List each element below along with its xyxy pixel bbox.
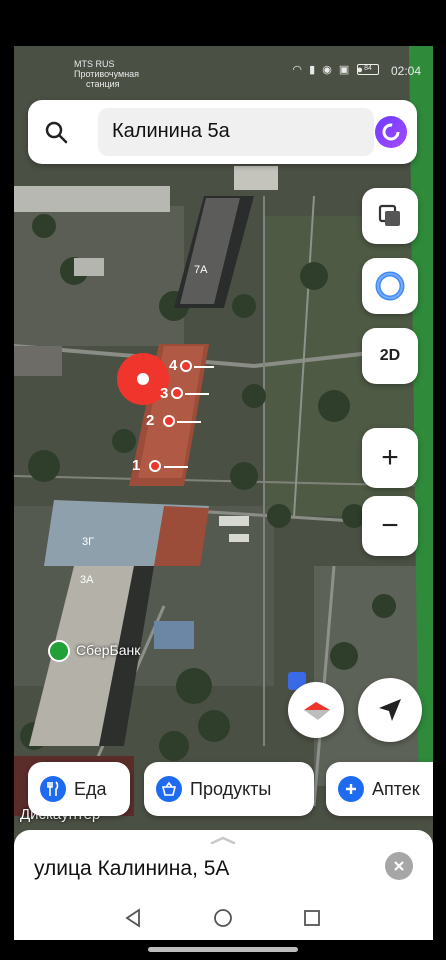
gesture-home-bar[interactable] xyxy=(148,947,298,952)
carrier-info: MTS RUS Противочумная станция xyxy=(74,59,140,89)
status-time: 02:04 xyxy=(390,64,421,78)
house-number-4: 4 xyxy=(169,357,178,374)
view-mode-button[interactable]: 2D xyxy=(362,328,418,384)
building-label-3a: 3А xyxy=(80,574,94,586)
navigation-arrow-icon xyxy=(379,699,401,721)
chip-pharmacy[interactable]: Аптек xyxy=(326,762,433,816)
search-icon[interactable] xyxy=(44,120,68,144)
back-icon[interactable] xyxy=(124,908,142,928)
layers-icon xyxy=(378,204,400,226)
layers-button[interactable] xyxy=(362,188,418,244)
locate-me-button[interactable] xyxy=(358,678,422,742)
chip-pharmacy-label: Аптек xyxy=(372,778,420,799)
signal-icon: ▮ xyxy=(309,64,318,76)
nfc-icon: ▣ xyxy=(338,64,352,76)
view-mode-label: 2D xyxy=(379,347,401,364)
search-query[interactable]: Калинина 5а xyxy=(112,120,230,143)
status-icons: ◠ ▮ ◉ ▣ ● xyxy=(292,63,365,76)
chip-groceries-label: Продукты xyxy=(190,778,272,799)
fork-knife-icon xyxy=(40,776,66,802)
status-bar: MTS RUS Противочумная станция ◠ ▮ ◉ ▣ ● … xyxy=(14,56,433,90)
house-number-1: 1 xyxy=(132,457,141,474)
home-icon[interactable] xyxy=(213,908,233,928)
alice-button[interactable] xyxy=(362,258,418,314)
basket-icon xyxy=(156,776,182,802)
chip-groceries[interactable]: Продукты xyxy=(144,762,314,816)
house-number-3: 3 xyxy=(160,385,169,402)
eye-icon: ◉ xyxy=(322,64,334,76)
wifi-icon: ◠ xyxy=(292,64,305,76)
close-sheet-button[interactable] xyxy=(385,852,413,880)
building-label-7a: 7А xyxy=(194,264,208,276)
building-label-3g: 3Г xyxy=(82,536,95,548)
recents-icon[interactable] xyxy=(303,909,321,927)
compass-icon xyxy=(304,702,330,720)
avito-watermark: Avito xyxy=(362,916,399,933)
alice-ring-icon xyxy=(375,271,405,301)
compass-button[interactable] xyxy=(288,682,344,738)
chip-food[interactable]: Еда xyxy=(28,762,130,816)
plus-icon xyxy=(338,776,364,802)
search-bar[interactable]: Калинина 5а xyxy=(28,100,417,164)
close-icon xyxy=(394,861,404,871)
sheet-handle-icon[interactable] xyxy=(210,836,236,844)
chip-food-label: Еда xyxy=(74,778,107,799)
alice-icon[interactable] xyxy=(375,116,407,148)
phone-screen: 4 3 2 1 7А 3Г 3А СберБанк Дискаунтер MTS… xyxy=(14,46,433,940)
battery-icon: 84 xyxy=(357,64,379,75)
zoom-out-icon: − xyxy=(381,509,399,542)
poi-sberbank-label[interactable]: СберБанк xyxy=(76,642,140,658)
zoom-in-button[interactable]: + xyxy=(362,428,418,488)
zoom-out-button[interactable]: − xyxy=(362,496,418,556)
sheet-address: улица Калинина, 5А xyxy=(34,857,230,880)
house-number-2: 2 xyxy=(146,412,155,429)
building-long-top xyxy=(14,186,170,212)
zoom-in-icon: + xyxy=(381,441,399,474)
